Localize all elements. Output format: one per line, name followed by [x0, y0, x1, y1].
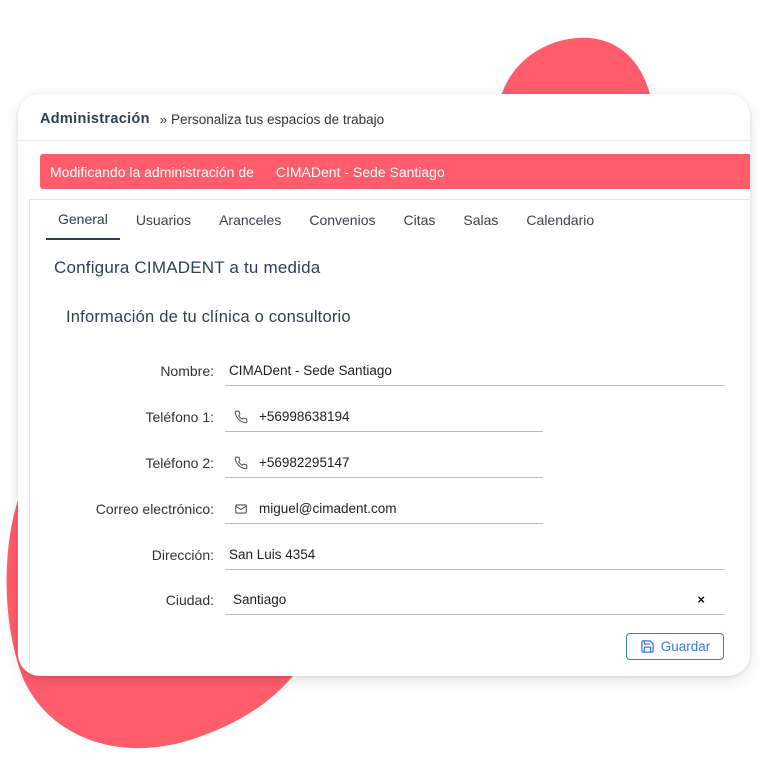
section-title: Configura CIMADENT a tu medida [54, 258, 321, 277]
admin-card: Administración » Personaliza tus espacio… [18, 94, 750, 676]
subsection-title: Información de tu clínica o consultorio [66, 308, 351, 326]
telefono1-row: Teléfono 1: +56998638194 [18, 402, 750, 432]
tab-salas[interactable]: Salas [451, 200, 510, 240]
phone-icon [233, 455, 249, 471]
ciudad-row: Ciudad: Santiago × [18, 585, 750, 615]
breadcrumb: Administración » Personaliza tus espacio… [40, 108, 384, 130]
ciudad-value: Santiago [233, 592, 287, 607]
direccion-field[interactable]: San Luis 4354 [225, 540, 725, 570]
save-button-label: Guardar [660, 639, 711, 654]
save-button[interactable]: Guardar [626, 633, 724, 660]
clear-icon[interactable]: × [697, 592, 705, 607]
ciudad-select[interactable]: Santiago × [225, 585, 725, 615]
tab-convenios[interactable]: Convenios [297, 200, 387, 240]
save-icon [640, 639, 655, 654]
telefono1-value: +56998638194 [259, 409, 350, 424]
breadcrumb-separator: » [159, 111, 167, 127]
correo-label: Correo electrónico: [95, 501, 214, 517]
tab-usuarios[interactable]: Usuarios [124, 200, 203, 240]
tab-calendario[interactable]: Calendario [514, 200, 606, 240]
nombre-label: Nombre: [160, 363, 214, 379]
mail-icon [233, 501, 249, 517]
telefono2-row: Teléfono 2: +56982295147 [18, 448, 750, 478]
tab-general[interactable]: General [46, 200, 120, 240]
telefono2-field[interactable]: +56982295147 [225, 448, 543, 478]
banner-prefix: Modificando la administración de [50, 163, 254, 180]
phone-icon [233, 409, 249, 425]
breadcrumb-current-page: Personaliza tus espacios de trabajo [170, 111, 385, 127]
tab-bar: General Usuarios Aranceles Convenios Cit… [46, 200, 610, 240]
editing-banner: Modificando la administración de CIMADen… [40, 154, 750, 189]
tab-citas[interactable]: Citas [391, 200, 447, 240]
telefono1-label: Teléfono 1: [145, 409, 215, 425]
correo-value: miguel@cimadent.com [259, 501, 397, 516]
nombre-row: Nombre: CIMADent - Sede Santiago [18, 356, 750, 386]
correo-field[interactable]: miguel@cimadent.com [225, 494, 543, 524]
correo-row: Correo electrónico: miguel@cimadent.com [18, 494, 750, 524]
direccion-label: Dirección: [151, 547, 214, 563]
direccion-value: San Luis 4354 [229, 547, 316, 562]
breadcrumb-root[interactable]: Administración [40, 111, 150, 127]
header-divider [18, 140, 750, 141]
nombre-field[interactable]: CIMADent - Sede Santiago [225, 356, 725, 386]
telefono2-value: +56982295147 [259, 455, 350, 470]
banner-clinic-name: CIMADent - Sede Santiago [275, 163, 445, 180]
telefono2-label: Teléfono 2: [145, 455, 215, 471]
direccion-row: Dirección: San Luis 4354 [18, 540, 750, 570]
nombre-value: CIMADent - Sede Santiago [229, 363, 392, 378]
tab-aranceles[interactable]: Aranceles [207, 200, 293, 240]
telefono1-field[interactable]: +56998638194 [225, 402, 543, 432]
ciudad-label: Ciudad: [165, 592, 214, 608]
